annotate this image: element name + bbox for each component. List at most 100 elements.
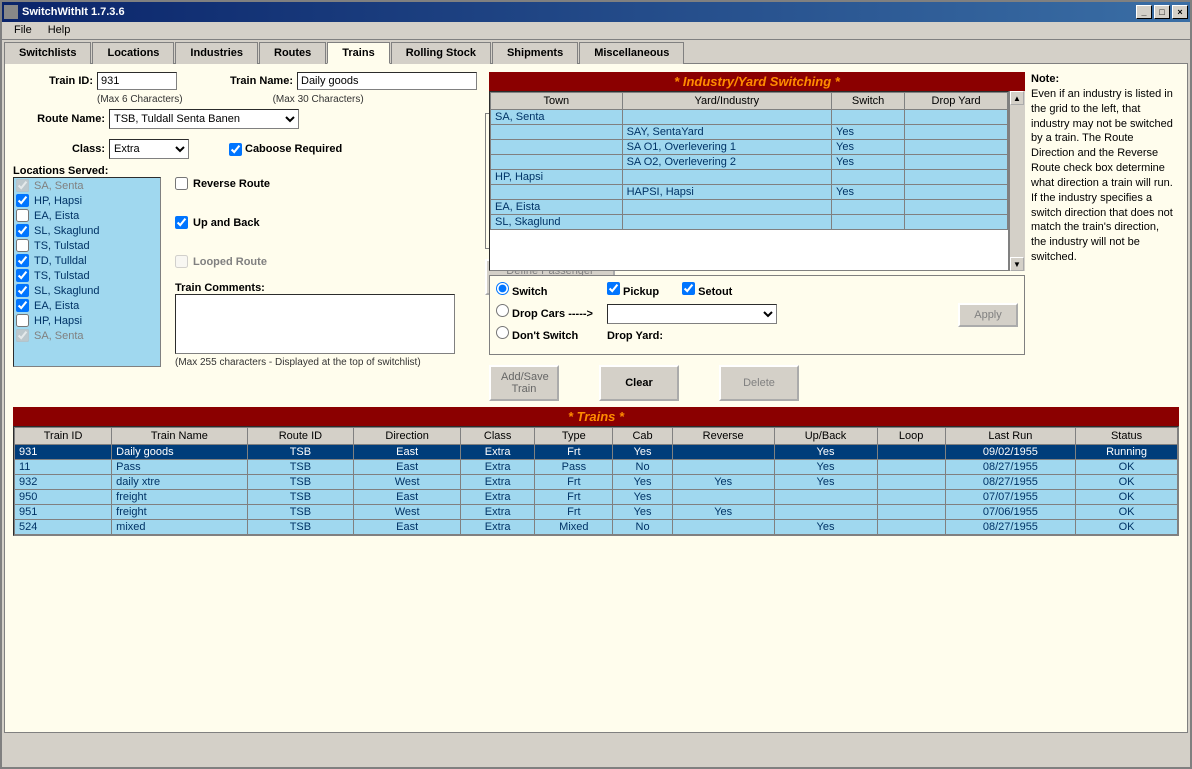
train-id-input[interactable] bbox=[97, 72, 177, 90]
location-checkbox[interactable] bbox=[16, 284, 29, 297]
drop-select[interactable] bbox=[607, 304, 777, 324]
location-item[interactable]: SA, Senta bbox=[14, 178, 160, 193]
up-and-back-checkbox[interactable] bbox=[175, 216, 188, 229]
location-item[interactable]: EA, Eista bbox=[14, 298, 160, 313]
tab-miscellaneous[interactable]: Miscellaneous bbox=[579, 42, 684, 64]
locations-listbox[interactable]: SA, SentaHP, HapsiEA, EistaSL, SkaglundT… bbox=[13, 177, 161, 367]
tab-shipments[interactable]: Shipments bbox=[492, 42, 578, 64]
reverse-route-checkbox[interactable] bbox=[175, 177, 188, 190]
switching-row[interactable]: SAY, SentaYardYes bbox=[491, 125, 1008, 140]
trains-cell: 08/27/1955 bbox=[945, 460, 1075, 475]
trains-cell: Yes bbox=[774, 445, 877, 460]
switching-row[interactable]: HP, Hapsi bbox=[491, 170, 1008, 185]
switching-row[interactable]: SA, Senta bbox=[491, 110, 1008, 125]
trains-col-header[interactable]: Type bbox=[535, 428, 613, 445]
trains-row[interactable]: 524mixedTSBEastExtraMixedNoYes08/27/1955… bbox=[15, 520, 1178, 535]
location-item[interactable]: TS, Tulstad bbox=[14, 268, 160, 283]
trains-cell bbox=[877, 475, 945, 490]
switching-scrollbar[interactable]: ▲ ▼ bbox=[1009, 91, 1025, 271]
window-title: SwitchWithIt 1.7.3.6 bbox=[22, 6, 1136, 18]
location-checkbox[interactable] bbox=[16, 194, 29, 207]
location-checkbox[interactable] bbox=[16, 254, 29, 267]
trains-col-header[interactable]: Direction bbox=[354, 428, 461, 445]
trains-row[interactable]: 931Daily goodsTSBEastExtraFrtYesYes09/02… bbox=[15, 445, 1178, 460]
add-save-train-button[interactable]: Add/Save Train bbox=[489, 365, 559, 401]
trains-col-header[interactable]: Status bbox=[1076, 428, 1178, 445]
pickup-checkbox[interactable] bbox=[607, 282, 620, 295]
location-item[interactable]: TD, Tulldal bbox=[14, 253, 160, 268]
trains-row[interactable]: 11PassTSBEastExtraPassNoYes08/27/1955OK bbox=[15, 460, 1178, 475]
trains-col-header[interactable]: Cab bbox=[613, 428, 672, 445]
trains-col-header[interactable]: Train Name bbox=[112, 428, 247, 445]
trains-grid[interactable]: Train IDTrain NameRoute IDDirectionClass… bbox=[13, 426, 1179, 536]
switching-row[interactable]: SA O2, Overlevering 2Yes bbox=[491, 155, 1008, 170]
location-item[interactable]: SA, Senta bbox=[14, 328, 160, 343]
trains-col-header[interactable]: Train ID bbox=[15, 428, 112, 445]
trains-cell: Pass bbox=[112, 460, 247, 475]
location-item[interactable]: HP, Hapsi bbox=[14, 193, 160, 208]
menu-file[interactable]: File bbox=[8, 24, 38, 37]
switching-grid[interactable]: TownYard/IndustrySwitchDrop YardSA, Sent… bbox=[489, 91, 1009, 271]
switching-cell bbox=[832, 200, 905, 215]
location-checkbox[interactable] bbox=[16, 224, 29, 237]
train-comments-textarea[interactable] bbox=[175, 294, 455, 354]
trains-col-header[interactable]: Last Run bbox=[945, 428, 1075, 445]
location-checkbox[interactable] bbox=[16, 209, 29, 222]
tab-locations[interactable]: Locations bbox=[92, 42, 174, 64]
trains-col-header[interactable]: Route ID bbox=[247, 428, 354, 445]
trains-row[interactable]: 932daily xtreTSBWestExtraFrtYesYesYes08/… bbox=[15, 475, 1178, 490]
tab-industries[interactable]: Industries bbox=[175, 42, 258, 64]
class-select[interactable]: Extra bbox=[109, 139, 189, 159]
switching-row[interactable]: SL, Skaglund bbox=[491, 215, 1008, 230]
switching-cell: SL, Skaglund bbox=[491, 215, 623, 230]
location-label: SL, Skaglund bbox=[34, 225, 99, 237]
caboose-checkbox[interactable] bbox=[229, 143, 242, 156]
trains-cell: Extra bbox=[460, 505, 534, 520]
location-label: HP, Hapsi bbox=[34, 195, 82, 207]
setout-checkbox[interactable] bbox=[682, 282, 695, 295]
trains-col-header[interactable]: Up/Back bbox=[774, 428, 877, 445]
location-item[interactable]: SL, Skaglund bbox=[14, 283, 160, 298]
dont-switch-radio[interactable] bbox=[496, 326, 509, 339]
switching-cell bbox=[622, 170, 831, 185]
close-button[interactable]: × bbox=[1172, 5, 1188, 19]
trains-row[interactable]: 950freightTSBEastExtraFrtYes07/07/1955OK bbox=[15, 490, 1178, 505]
trains-col-header[interactable]: Class bbox=[460, 428, 534, 445]
trains-col-header[interactable]: Reverse bbox=[672, 428, 774, 445]
route-name-select[interactable]: TSB, Tuldall Senta Banen bbox=[109, 109, 299, 129]
tab-switchlists[interactable]: Switchlists bbox=[4, 42, 91, 64]
switching-row[interactable]: EA, Eista bbox=[491, 200, 1008, 215]
trains-col-header[interactable]: Loop bbox=[877, 428, 945, 445]
tab-trains[interactable]: Trains bbox=[327, 42, 389, 64]
location-checkbox[interactable] bbox=[16, 314, 29, 327]
menu-help[interactable]: Help bbox=[42, 24, 77, 37]
trains-cell: West bbox=[354, 475, 461, 490]
location-checkbox[interactable] bbox=[16, 239, 29, 252]
location-item[interactable]: HP, Hapsi bbox=[14, 313, 160, 328]
trains-cell: TSB bbox=[247, 505, 354, 520]
location-checkbox[interactable] bbox=[16, 269, 29, 282]
drop-cars-radio[interactable] bbox=[496, 304, 509, 317]
switching-row[interactable]: HAPSI, HapsiYes bbox=[491, 185, 1008, 200]
location-checkbox[interactable] bbox=[16, 299, 29, 312]
location-item[interactable]: EA, Eista bbox=[14, 208, 160, 223]
trains-cell bbox=[877, 460, 945, 475]
switching-cell bbox=[491, 185, 623, 200]
clear-button[interactable]: Clear bbox=[599, 365, 679, 401]
location-item[interactable]: TS, Tulstad bbox=[14, 238, 160, 253]
tab-routes[interactable]: Routes bbox=[259, 42, 326, 64]
scroll-up-icon[interactable]: ▲ bbox=[1010, 91, 1024, 105]
trains-cell: 07/07/1955 bbox=[945, 490, 1075, 505]
trains-cell: Frt bbox=[535, 475, 613, 490]
tab-rolling-stock[interactable]: Rolling Stock bbox=[391, 42, 491, 64]
location-item[interactable]: SL, Skaglund bbox=[14, 223, 160, 238]
switch-radio[interactable] bbox=[496, 282, 509, 295]
trains-cell bbox=[672, 460, 774, 475]
trains-row[interactable]: 951freightTSBWestExtraFrtYesYes07/06/195… bbox=[15, 505, 1178, 520]
maximize-button[interactable]: □ bbox=[1154, 5, 1170, 19]
train-name-input[interactable] bbox=[297, 72, 477, 90]
switching-row[interactable]: SA O1, Overlevering 1Yes bbox=[491, 140, 1008, 155]
minimize-button[interactable]: _ bbox=[1136, 5, 1152, 19]
scroll-down-icon[interactable]: ▼ bbox=[1010, 257, 1024, 271]
trains-cell: Yes bbox=[672, 505, 774, 520]
